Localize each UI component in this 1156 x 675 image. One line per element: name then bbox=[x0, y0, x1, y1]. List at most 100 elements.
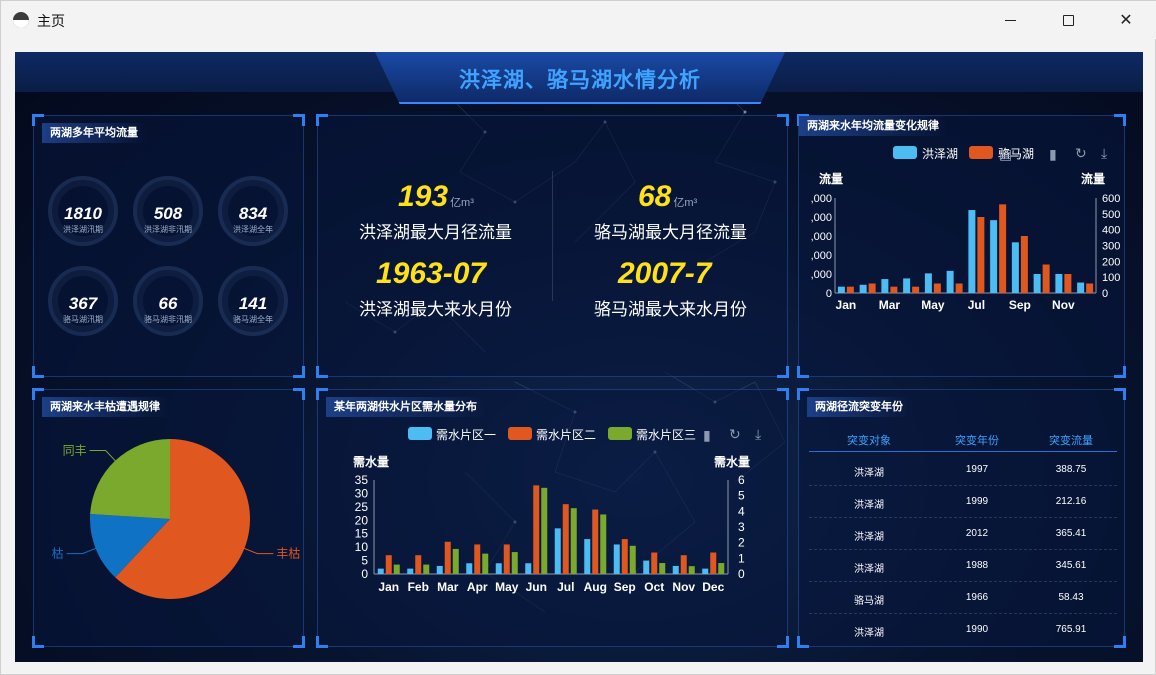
bar-hongze bbox=[1011, 242, 1019, 293]
table-header: 突变流量 bbox=[1049, 435, 1093, 447]
stats-panel: 193 亿m³ 洪泽湖最大月径流量 68 亿m³ 骆马湖最大月径流量 1963-07… bbox=[316, 114, 789, 378]
bar-zone-3 bbox=[659, 563, 666, 574]
y-tick-label-left: 0 bbox=[361, 567, 368, 581]
stat-value: 68 亿m³ bbox=[638, 180, 697, 214]
y-tick-label-right: 1 bbox=[738, 551, 745, 565]
y-tick-label-right: 6 bbox=[738, 473, 745, 487]
x-tick-label: Jul bbox=[968, 298, 985, 312]
download-icon[interactable]: ⤓ bbox=[1101, 145, 1107, 162]
bar-zone-1 bbox=[584, 539, 591, 574]
stat-unit: 亿m³ bbox=[450, 197, 474, 209]
bar-chart-icon[interactable]: ▮ bbox=[703, 427, 711, 444]
pie-panel: 两湖来水丰枯遭遇规律 丰枯 枯 同丰 bbox=[32, 388, 305, 648]
ring-label: 骆马湖汛期 bbox=[63, 315, 103, 324]
pie-slice bbox=[90, 439, 170, 519]
close-icon: ✕ bbox=[1119, 12, 1133, 29]
legend-label[interactable]: 需水片区一 bbox=[436, 426, 496, 443]
bar-zone-1 bbox=[643, 560, 650, 574]
pie-chart: 丰枯 枯 同丰 bbox=[52, 439, 300, 599]
flow-ring: 141 骆马湖全年 bbox=[218, 266, 288, 336]
y-tick-label-right: 5 bbox=[738, 489, 745, 503]
maximize-button[interactable] bbox=[1039, 1, 1097, 39]
legend-swatch[interactable] bbox=[408, 427, 432, 440]
avg-flow-panel: 两湖多年平均流量 1810 洪泽湖汛期 508 洪泽湖非汛期 834 洪泽湖全年 36… bbox=[32, 114, 305, 378]
y-tick-label-left: ,000 bbox=[811, 193, 832, 205]
x-tick-label: Jul bbox=[557, 580, 574, 594]
stat-label: 洪泽湖最大来水月份 bbox=[359, 300, 512, 319]
flow-ring: 508 洪泽湖非汛期 bbox=[133, 176, 203, 246]
row-divider bbox=[809, 549, 1117, 550]
bar-hongze bbox=[837, 286, 845, 293]
bar-zone-1 bbox=[407, 568, 414, 574]
minimize-button[interactable] bbox=[981, 1, 1039, 39]
ring-value: 141 bbox=[238, 294, 268, 313]
table-cell: 345.61 bbox=[1055, 560, 1087, 571]
bar-chart-icon[interactable]: ▮ bbox=[1049, 146, 1057, 163]
page-title: 洪泽湖、骆马湖水情分析 bbox=[459, 69, 701, 92]
x-tick-label: Apr bbox=[467, 580, 488, 594]
x-tick-label: May bbox=[495, 580, 519, 594]
stat-value: 2007-7 bbox=[618, 257, 711, 291]
flow-ring: 367 骆马湖汛期 bbox=[48, 266, 118, 336]
stat-number: 2007-7 bbox=[618, 257, 712, 290]
bar-hongze bbox=[1033, 274, 1041, 293]
y-tick-label-right: 0 bbox=[1102, 288, 1108, 300]
close-button[interactable]: ✕ bbox=[1097, 1, 1155, 39]
bar-zone-1 bbox=[495, 563, 502, 574]
table-cell: 1999 bbox=[965, 496, 989, 507]
maximize-icon bbox=[1062, 14, 1074, 26]
bar-zone-2 bbox=[444, 541, 451, 574]
ring-label: 洪泽湖非汛期 bbox=[144, 225, 192, 234]
bar-hongze bbox=[903, 278, 911, 293]
y-tick-label-left: ,000 bbox=[811, 212, 832, 224]
table-header: 突变年份 bbox=[955, 435, 999, 447]
stat-label: 洪泽湖最大月径流量 bbox=[359, 223, 512, 242]
refresh-icon[interactable]: ↻ bbox=[1075, 145, 1087, 162]
pie-label-line bbox=[244, 547, 274, 555]
panel-title: 某年两湖供水片区需水量分布 bbox=[326, 397, 485, 417]
bar-zone-3 bbox=[688, 566, 695, 574]
bar-zone-1 bbox=[377, 568, 384, 574]
bar-hongze bbox=[859, 284, 867, 293]
corner-decoration bbox=[777, 114, 789, 126]
table-cell: 365.41 bbox=[1055, 528, 1087, 539]
x-tick-label: Jan bbox=[378, 580, 399, 594]
y-tick-label-right: 300 bbox=[1102, 241, 1120, 253]
y-tick-label-left: ,000 bbox=[811, 231, 832, 243]
legend-label[interactable]: 需水片区三 bbox=[636, 426, 696, 443]
y-axis-name-right: 流量 bbox=[1081, 172, 1106, 186]
legend-label[interactable]: 洪泽湖 bbox=[922, 145, 958, 162]
bar-zone-1 bbox=[613, 544, 620, 574]
legend-swatch[interactable] bbox=[969, 146, 993, 159]
stat-unit: 亿m³ bbox=[673, 197, 698, 209]
x-tick-label: Nov bbox=[1052, 298, 1075, 312]
refresh-icon[interactable]: ↻ bbox=[729, 426, 741, 443]
bar-luoma bbox=[999, 204, 1007, 293]
app-window: 主页 ✕ 洪泽湖、骆马湖水情分析 两湖多年平均流量 1810 洪泽湖汛期 508… bbox=[0, 0, 1156, 675]
legend-swatch[interactable] bbox=[893, 146, 917, 159]
legend-label[interactable]: 需水片区二 bbox=[536, 426, 596, 443]
y-axis-name-left: 流量 bbox=[819, 172, 844, 186]
download-icon[interactable]: ⤓ bbox=[755, 426, 761, 443]
pie-slice-label: 丰枯 bbox=[276, 546, 300, 561]
bar-zone-1 bbox=[466, 563, 473, 574]
stat-number: 193 bbox=[398, 180, 449, 213]
corner-decoration bbox=[316, 366, 328, 378]
data-view-icon[interactable]: ▤ bbox=[999, 146, 1012, 163]
corner-decoration bbox=[293, 388, 305, 400]
y-tick-label-right: 3 bbox=[738, 520, 745, 534]
table-header: 突变对象 bbox=[847, 435, 891, 447]
table-cell: 2012 bbox=[965, 528, 989, 539]
row-divider bbox=[809, 485, 1117, 486]
title-bar[interactable]: 主页 ✕ bbox=[1, 1, 1156, 39]
corner-decoration bbox=[293, 366, 305, 378]
legend-swatch[interactable] bbox=[608, 427, 632, 440]
line-chart-icon[interactable]: ⌇ bbox=[1023, 146, 1030, 163]
minimize-icon bbox=[1004, 19, 1016, 21]
legend-swatch[interactable] bbox=[508, 427, 532, 440]
table-cell: 骆马湖 bbox=[854, 596, 884, 607]
corner-decoration bbox=[293, 114, 305, 126]
pie-label-line bbox=[89, 449, 116, 462]
divider bbox=[552, 171, 553, 301]
bar-zone-2 bbox=[503, 544, 510, 574]
